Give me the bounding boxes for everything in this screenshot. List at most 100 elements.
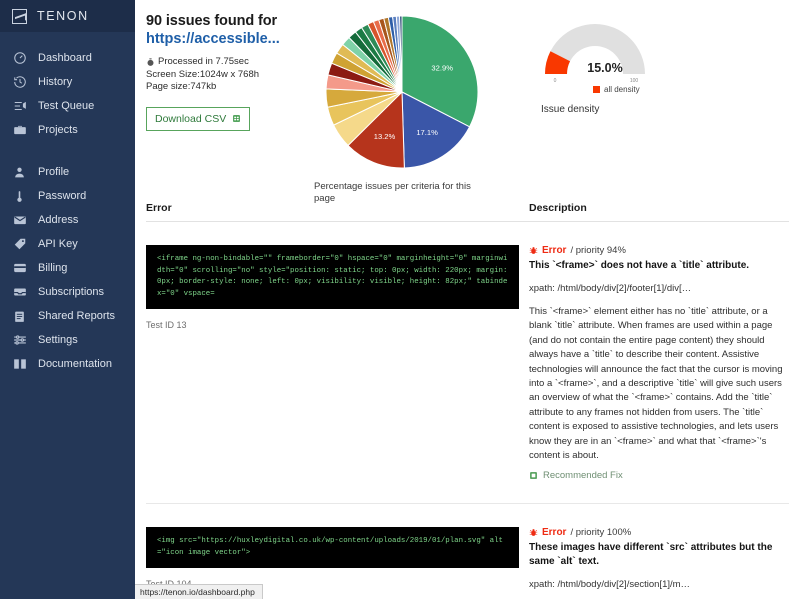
person-icon [12, 165, 27, 180]
sidebar-label: Projects [38, 124, 78, 136]
sidebar-divider [0, 142, 135, 160]
issue-xpath: xpath: /html/body/div[2]/footer[1]/div[… [529, 283, 692, 294]
pie-chart-panel: 32.9% 17.1% 13.2% Percentage issues per cr… [300, 8, 505, 204]
history-clock-icon [12, 75, 27, 90]
column-header-description: Description [529, 202, 587, 214]
issue-row: <iframe ng-non-bindable="" frameborder="… [135, 222, 800, 481]
main-content: 90 issues found for https://accessible..… [135, 0, 800, 599]
percentage-issues-pie-chart: 32.9% 17.1% 13.2% [325, 15, 479, 169]
status-bar-url: https://tenon.io/dashboard.php [135, 584, 263, 599]
sidebar-item-dashboard[interactable]: Dashboard [0, 46, 135, 70]
issue-xpath: xpath: /html/body/div[2]/section[1]/m… [529, 579, 691, 591]
sidebar-label: Documentation [38, 358, 112, 370]
recommended-fix-label: Recommended Fix [543, 470, 623, 482]
issue-priority: / priority 100% [570, 527, 632, 539]
issue-body-text: This `<frame>` element either has no `ti… [529, 306, 783, 462]
brand-name: TENON [37, 9, 89, 23]
sidebar-label: API Key [38, 238, 78, 250]
gauge-value-text: 15.0% [587, 61, 622, 75]
scanned-url[interactable]: https://accessible... [146, 30, 292, 48]
queue-list-icon [12, 99, 27, 114]
sidebar-item-address[interactable]: Address [0, 208, 135, 232]
brand-logo[interactable]: TENON [0, 0, 135, 32]
key-icon [12, 189, 27, 204]
issue-severity-line: Error / priority 94% [529, 245, 789, 256]
sliders-icon [12, 333, 27, 348]
pie-slice-label: 32.9% [431, 64, 453, 73]
tag-icon [12, 237, 27, 252]
issue-code-snippet: <iframe ng-non-bindable="" frameborder="… [146, 245, 519, 309]
sidebar-item-shared-reports[interactable]: Shared Reports [0, 304, 135, 328]
wrench-fix-icon [529, 471, 538, 480]
sidebar-item-api-key[interactable]: API Key [0, 232, 135, 256]
speedometer-icon [12, 51, 27, 66]
sidebar-label: Address [38, 214, 79, 226]
download-csv-label: Download CSV [155, 112, 227, 125]
stopwatch-icon [146, 58, 155, 67]
processed-time: Processed in 7.75sec [158, 56, 249, 67]
bug-icon [529, 528, 538, 537]
sidebar-label: Test Queue [38, 100, 95, 112]
report-summary-row: 90 issues found for https://accessible..… [135, 0, 800, 204]
sidebar-item-history[interactable]: History [0, 70, 135, 94]
sidebar-item-profile[interactable]: Profile [0, 160, 135, 184]
recommended-fix-link[interactable]: Recommended Fix [529, 470, 789, 481]
screen-size: Screen Size:1024w x 768h [146, 68, 260, 80]
sidebar-label: Password [38, 190, 87, 202]
clipboard-icon [12, 309, 27, 324]
envelope-icon [12, 213, 27, 228]
book-icon [12, 357, 27, 372]
spreadsheet-download-icon [232, 114, 241, 123]
sidebar-item-password[interactable]: Password [0, 184, 135, 208]
page-size: Page size:747kb [146, 81, 217, 92]
gauge-legend: all density [593, 85, 800, 94]
page-size-line: Page size:747kb [146, 81, 292, 94]
legend-label-all-density: all density [604, 85, 640, 94]
gauge-chart-caption: Issue density [541, 104, 600, 115]
sidebar-item-documentation[interactable]: Documentation [0, 352, 135, 376]
issue-severity-label: Error [542, 245, 567, 256]
app-root: TENON Dashboard History Test Queue Proje… [0, 0, 800, 599]
legend-swatch-all-density [593, 86, 600, 93]
processed-time-line: Processed in 7.75sec [146, 56, 292, 69]
sidebar-item-test-queue[interactable]: Test Queue [0, 94, 135, 118]
briefcase-icon [12, 123, 27, 138]
sidebar-item-billing[interactable]: Billing [0, 256, 135, 280]
inbox-icon [12, 285, 27, 300]
scan-meta: Processed in 7.75sec Screen Size:1024w x… [146, 56, 292, 94]
pie-slice-label: 13.2% [374, 132, 396, 141]
issue-title: This `<frame>` does not have a `title` a… [529, 260, 750, 271]
issue-code-cell: <iframe ng-non-bindable="" frameborder="… [146, 245, 529, 481]
bug-icon [529, 246, 538, 255]
sidebar-label: Dashboard [38, 52, 92, 64]
sidebar-label: History [38, 76, 73, 88]
sidebar-label: Subscriptions [38, 286, 105, 298]
gauge-max-tick: 100 [630, 78, 639, 84]
sidebar-item-settings[interactable]: Settings [0, 328, 135, 352]
sidebar-label: Settings [38, 334, 78, 346]
issue-priority: / priority 94% [570, 245, 626, 256]
pie-slice-label: 17.1% [416, 128, 438, 137]
issue-severity-line: Error / priority 100% [529, 527, 789, 538]
issue-severity-label: Error [542, 527, 567, 539]
issue-description-cell: Error / priority 100% These images have … [529, 527, 789, 599]
sidebar-nav: Dashboard History Test Queue Projects Pr… [0, 32, 135, 376]
credit-card-icon [12, 261, 27, 276]
sidebar-label: Shared Reports [38, 310, 116, 322]
issue-code-snippet: <img src="https://huxleydigital.co.uk/wp… [146, 527, 519, 569]
gauge-min-tick: 0 [554, 78, 557, 84]
scan-summary: 90 issues found for https://accessible..… [135, 8, 300, 200]
issues-found-headline: 90 issues found for [146, 13, 278, 29]
issue-test-id: Test ID 13 [146, 320, 187, 330]
sidebar-item-projects[interactable]: Projects [0, 118, 135, 142]
sidebar-label: Billing [38, 262, 68, 274]
sidebar: TENON Dashboard History Test Queue Proje… [0, 0, 135, 599]
sidebar-label: Profile [38, 166, 70, 178]
pie-chart-caption: Percentage issues per criteria for this … [314, 181, 471, 204]
issue-title: These images have different `src` attrib… [529, 542, 773, 568]
gauge-chart-panel: 15.0% 0 100 all density Issue density [505, 8, 800, 200]
tenon-logo-icon [12, 8, 27, 24]
issue-density-gauge-chart: 15.0% 0 100 [545, 24, 645, 84]
sidebar-item-subscriptions[interactable]: Subscriptions [0, 280, 135, 304]
download-csv-button[interactable]: Download CSV [146, 106, 251, 131]
